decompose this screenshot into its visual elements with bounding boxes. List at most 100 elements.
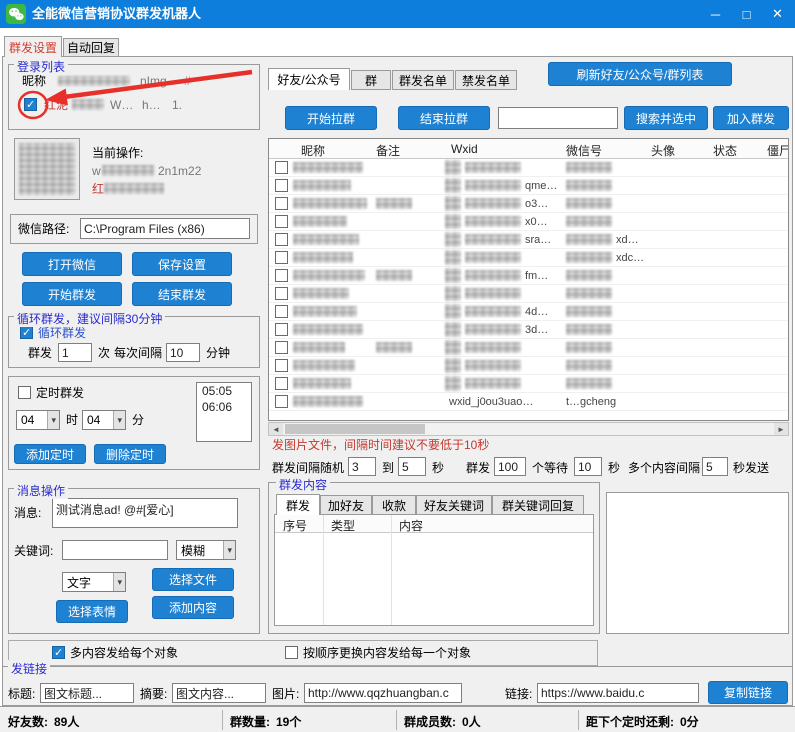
wechat-path-input[interactable] <box>80 218 250 239</box>
link-image-input[interactable] <box>304 683 462 703</box>
interval-to-input[interactable] <box>398 457 426 476</box>
multi-content-checkbox[interactable] <box>52 646 65 659</box>
scroll-right-icon[interactable]: ► <box>774 423 788 435</box>
wechat-id-blur <box>566 360 612 371</box>
interval-from-input[interactable] <box>348 457 376 476</box>
content-tab-payment[interactable]: 收款 <box>372 495 416 515</box>
status-separator <box>578 710 579 730</box>
seconds-label-1: 秒 <box>432 461 444 475</box>
loop-send-title: 循环群发，建议间隔30分钟 <box>14 310 165 327</box>
avatar-thumb-blur <box>445 214 461 229</box>
timer-list[interactable]: 05:0506:06 <box>196 382 252 442</box>
status-value: 19个 <box>276 715 301 729</box>
maximize-button[interactable]: □ <box>731 0 762 28</box>
row-checkbox[interactable] <box>275 395 288 408</box>
tab-mass-send-settings[interactable]: 群发设置 <box>4 36 62 57</box>
tab-friends-accounts[interactable]: 好友/公众号 <box>268 68 350 90</box>
sequential-content-checkbox[interactable] <box>285 646 298 659</box>
start-send-button[interactable]: 开始群发 <box>22 282 122 306</box>
wxid-text: wxid_j0ou3uao… <box>449 396 533 408</box>
nickname-blur <box>293 288 349 299</box>
open-wechat-button[interactable]: 打开微信 <box>22 252 122 276</box>
delete-timer-button[interactable]: 删除定时 <box>94 444 166 464</box>
link-summary-input[interactable] <box>172 683 266 703</box>
col-wxid: Wxid <box>451 142 478 156</box>
row-checkbox[interactable] <box>275 215 288 228</box>
wxid-blur <box>465 270 521 281</box>
refresh-list-button[interactable]: 刷新好友/公众号/群列表 <box>548 62 732 86</box>
row-checkbox[interactable] <box>275 161 288 174</box>
row-checkbox[interactable] <box>275 251 288 264</box>
content-type-value: 文字 <box>67 574 91 591</box>
row-checkbox[interactable] <box>275 179 288 192</box>
link-image-label: 图片: <box>272 687 299 701</box>
content-tab-group-keyword-reply[interactable]: 群关键词回复 <box>492 495 584 515</box>
minimize-button[interactable]: ─ <box>700 0 731 28</box>
wxid-fragment: x0… <box>525 216 548 228</box>
wait-seconds-input[interactable] <box>574 457 602 476</box>
content-tab-send[interactable]: 群发 <box>276 494 320 515</box>
current-nickname: 红 <box>92 182 104 196</box>
content-tab-add-friend[interactable]: 加好友 <box>320 495 372 515</box>
table-row <box>269 357 788 375</box>
end-send-button[interactable]: 结束群发 <box>132 282 232 306</box>
nickname-blur <box>293 180 351 191</box>
row-checkbox[interactable] <box>275 341 288 354</box>
row-checkbox[interactable] <box>275 233 288 246</box>
tab-send-list[interactable]: 群发名单 <box>392 70 454 90</box>
link-url-label: 链接: <box>505 687 532 701</box>
select-file-button[interactable]: 选择文件 <box>152 568 234 591</box>
batch-count-input[interactable] <box>494 457 526 476</box>
loop-send-checkbox[interactable] <box>20 326 33 339</box>
close-button[interactable]: ✕ <box>762 0 793 28</box>
copy-link-button[interactable]: 复制链接 <box>708 681 788 704</box>
add-content-button[interactable]: 添加内容 <box>152 596 234 619</box>
row-checkbox[interactable] <box>275 287 288 300</box>
row-checkbox[interactable] <box>275 377 288 390</box>
chevron-down-icon: ▾ <box>113 411 125 429</box>
link-url-input[interactable] <box>537 683 699 703</box>
table-row: xdc… <box>269 249 788 267</box>
row-checkbox[interactable] <box>275 197 288 210</box>
loop-count-input[interactable] <box>58 343 92 362</box>
start-pull-group-button[interactable]: 开始拉群 <box>285 106 377 130</box>
horizontal-scrollbar[interactable]: ◄ ► <box>268 422 789 436</box>
add-to-send-button[interactable]: 加入群发 <box>713 106 789 130</box>
wxid-blur <box>465 288 521 299</box>
timer-item[interactable]: 05:05 <box>197 383 251 399</box>
end-pull-group-button[interactable]: 结束拉群 <box>398 106 490 130</box>
tab-auto-reply[interactable]: 自动回复 <box>63 38 119 57</box>
timer-hour-select[interactable]: 04 ▾ <box>16 410 60 430</box>
tab-groups[interactable]: 群 <box>351 70 391 90</box>
save-settings-button[interactable]: 保存设置 <box>132 252 232 276</box>
row-checkbox[interactable] <box>275 269 288 282</box>
timer-send-checkbox[interactable] <box>18 386 31 399</box>
content-tab-friend-keyword[interactable]: 好友关键词 <box>416 495 492 515</box>
status-label: 距下个定时还剩: <box>586 715 674 729</box>
add-timer-button[interactable]: 添加定时 <box>14 444 86 464</box>
search-select-button[interactable]: 搜索并选中 <box>624 106 708 130</box>
table-row <box>269 285 788 303</box>
scrollbar-thumb[interactable] <box>285 424 425 434</box>
content-type-select[interactable]: 文字 ▾ <box>62 572 126 592</box>
timer-minute-value: 04 <box>87 413 100 427</box>
message-input[interactable]: 测试消息ad! @#[爱心] <box>52 498 238 528</box>
row-checkbox[interactable] <box>275 305 288 318</box>
tab-ban-list[interactable]: 禁发名单 <box>455 70 517 90</box>
row-checkbox[interactable] <box>275 359 288 372</box>
scroll-left-icon[interactable]: ◄ <box>269 423 283 435</box>
select-emoji-button[interactable]: 选择表情 <box>56 600 128 623</box>
search-input[interactable] <box>498 107 618 129</box>
login-account-blur <box>72 99 104 110</box>
loop-interval-input[interactable] <box>166 343 200 362</box>
match-mode-select[interactable]: 模糊 ▾ <box>176 540 236 560</box>
multi-interval-input[interactable] <box>702 457 728 476</box>
row-checkbox[interactable] <box>275 323 288 336</box>
login-frag-2: h… <box>142 98 161 112</box>
timer-minute-select[interactable]: 04 ▾ <box>82 410 126 430</box>
timer-item[interactable]: 06:06 <box>197 399 251 415</box>
keyword-input[interactable] <box>62 540 168 560</box>
table-row: sra…xd… <box>269 231 788 249</box>
link-title-input[interactable] <box>40 683 134 703</box>
login-account-checkbox[interactable] <box>24 98 37 111</box>
